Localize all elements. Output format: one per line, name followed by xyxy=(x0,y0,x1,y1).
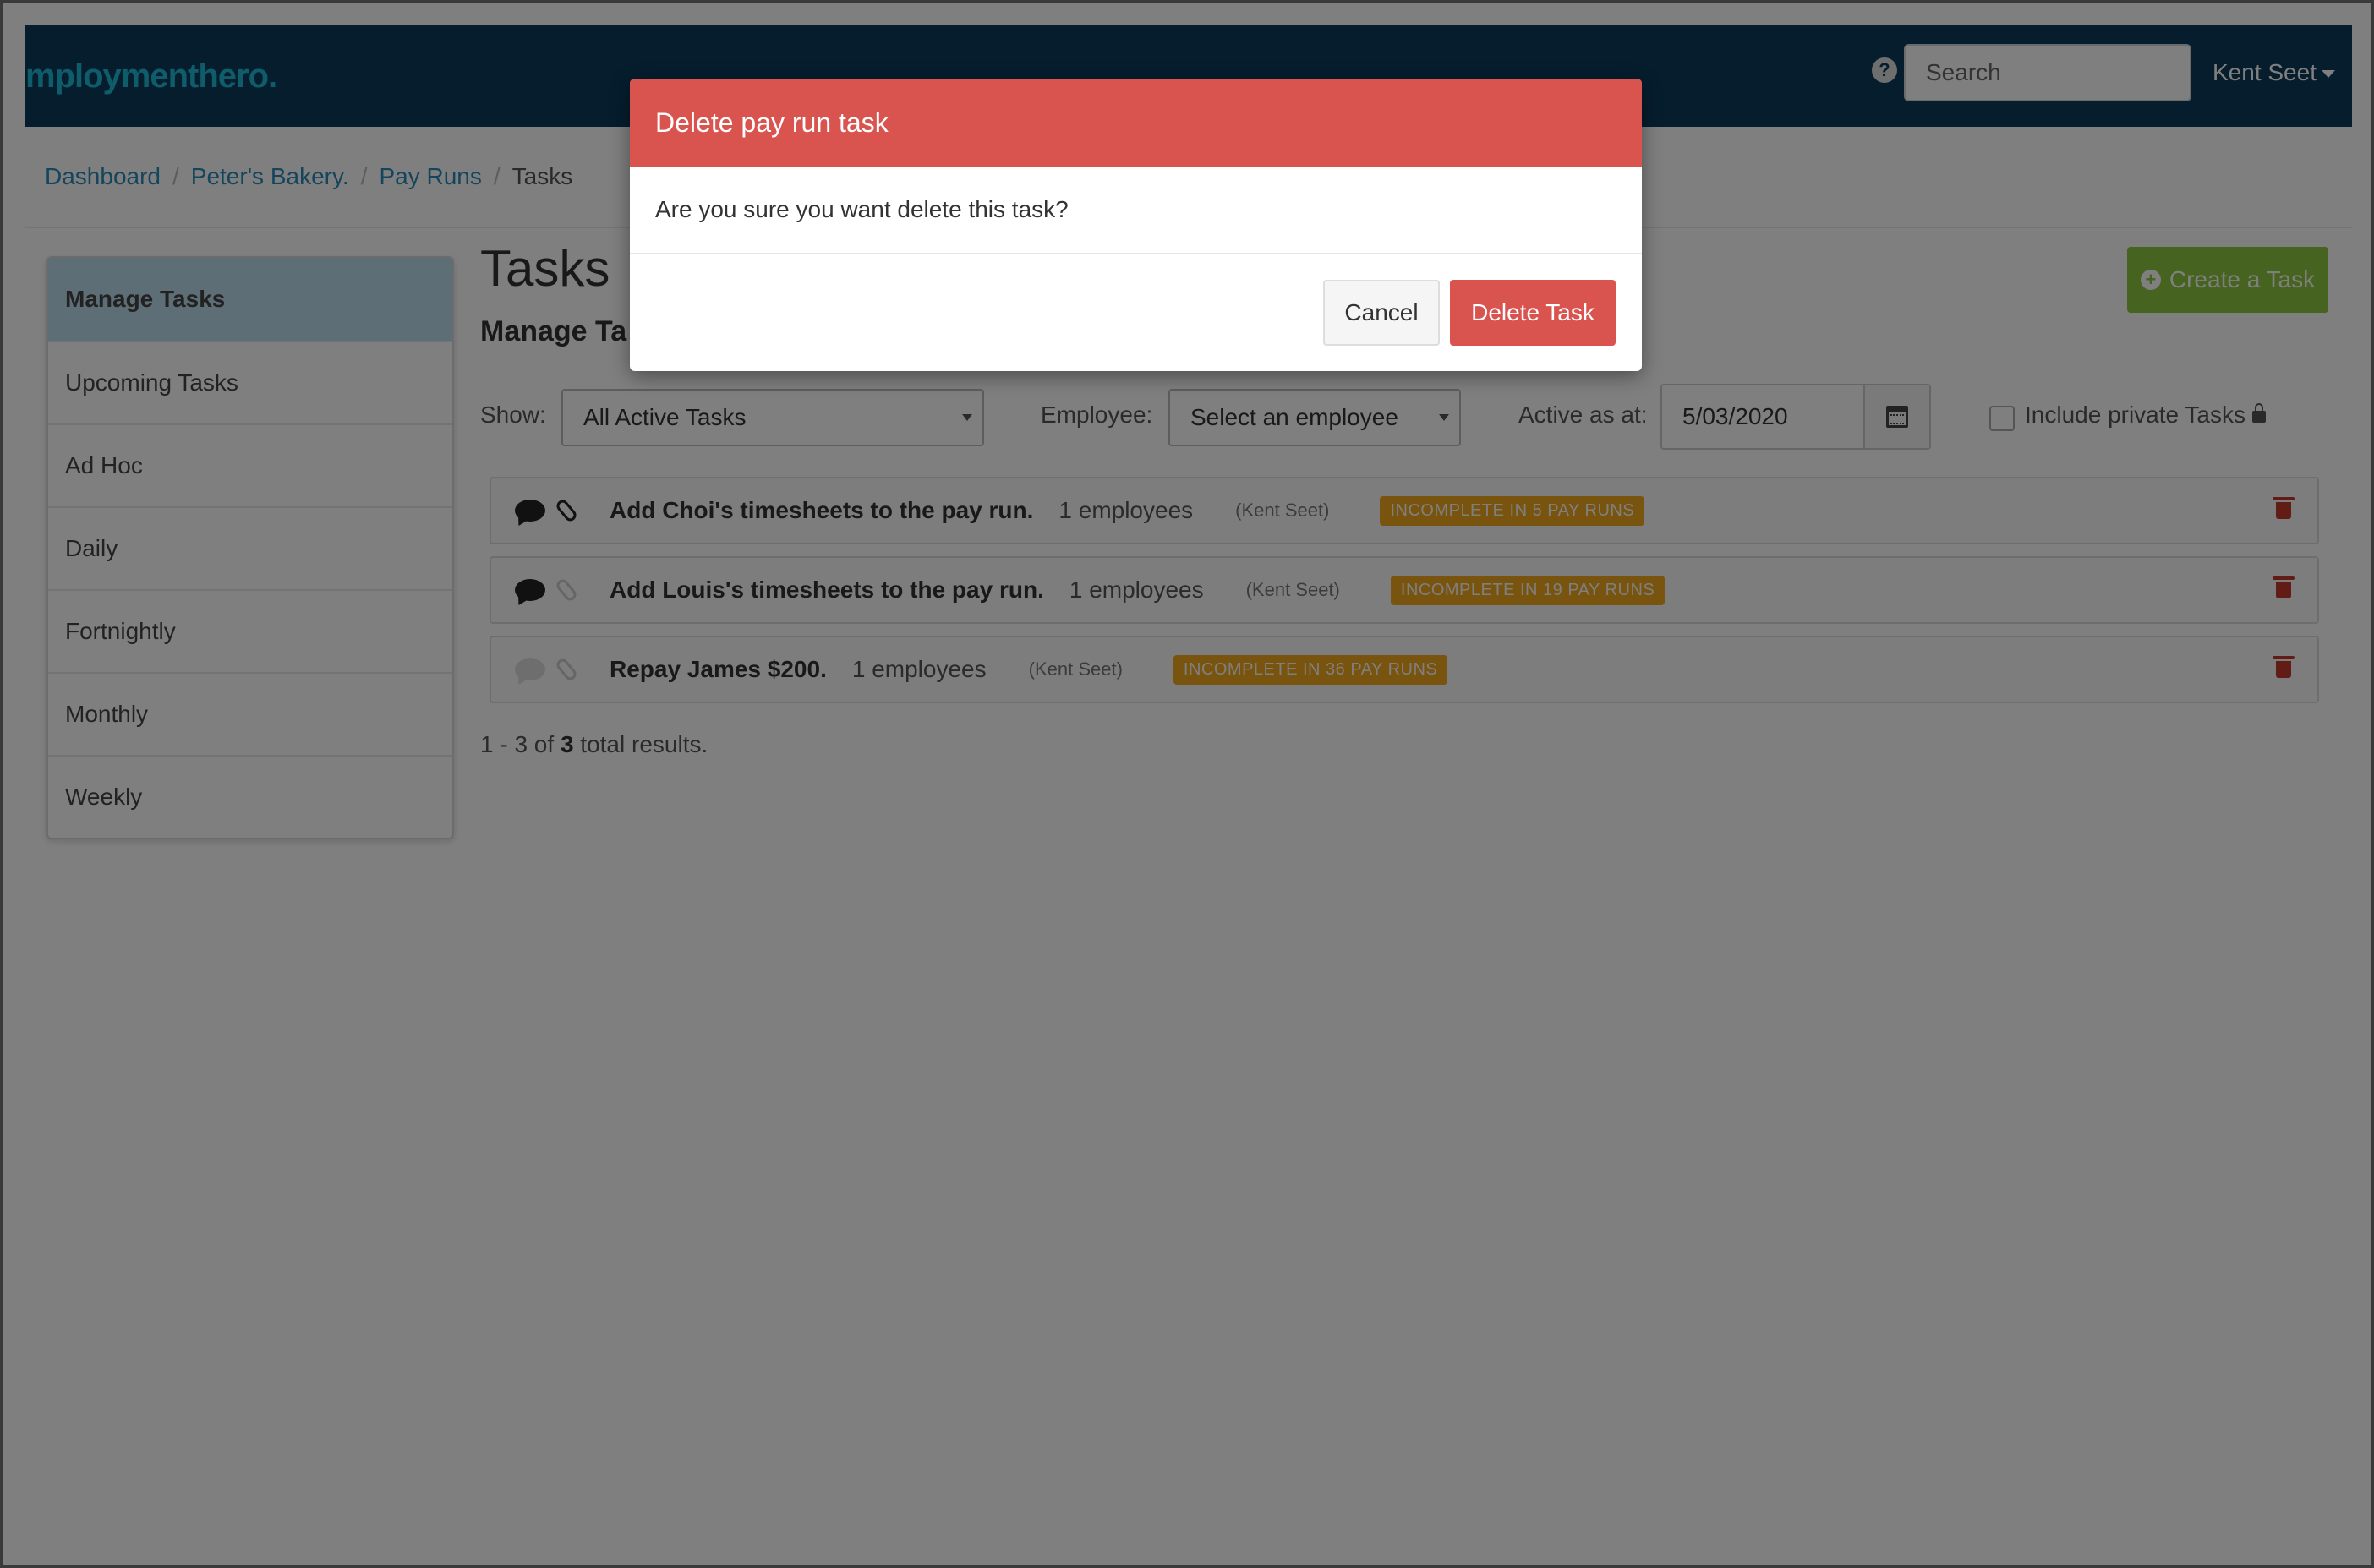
delete-task-dialog: Delete pay run task Are you sure you wan… xyxy=(630,79,1642,371)
dialog-header: Delete pay run task xyxy=(630,79,1642,167)
dialog-title: Delete pay run task xyxy=(655,107,889,138)
app-window: mploymenthero. ? Kent Seet Dashboard / P… xyxy=(0,0,2374,1568)
dialog-footer: Cancel Delete Task xyxy=(630,254,1642,371)
dialog-body: Are you sure you want delete this task? xyxy=(630,167,1642,254)
cancel-button[interactable]: Cancel xyxy=(1323,280,1440,346)
dialog-message: Are you sure you want delete this task? xyxy=(655,196,1069,222)
delete-task-button[interactable]: Delete Task xyxy=(1450,280,1616,346)
